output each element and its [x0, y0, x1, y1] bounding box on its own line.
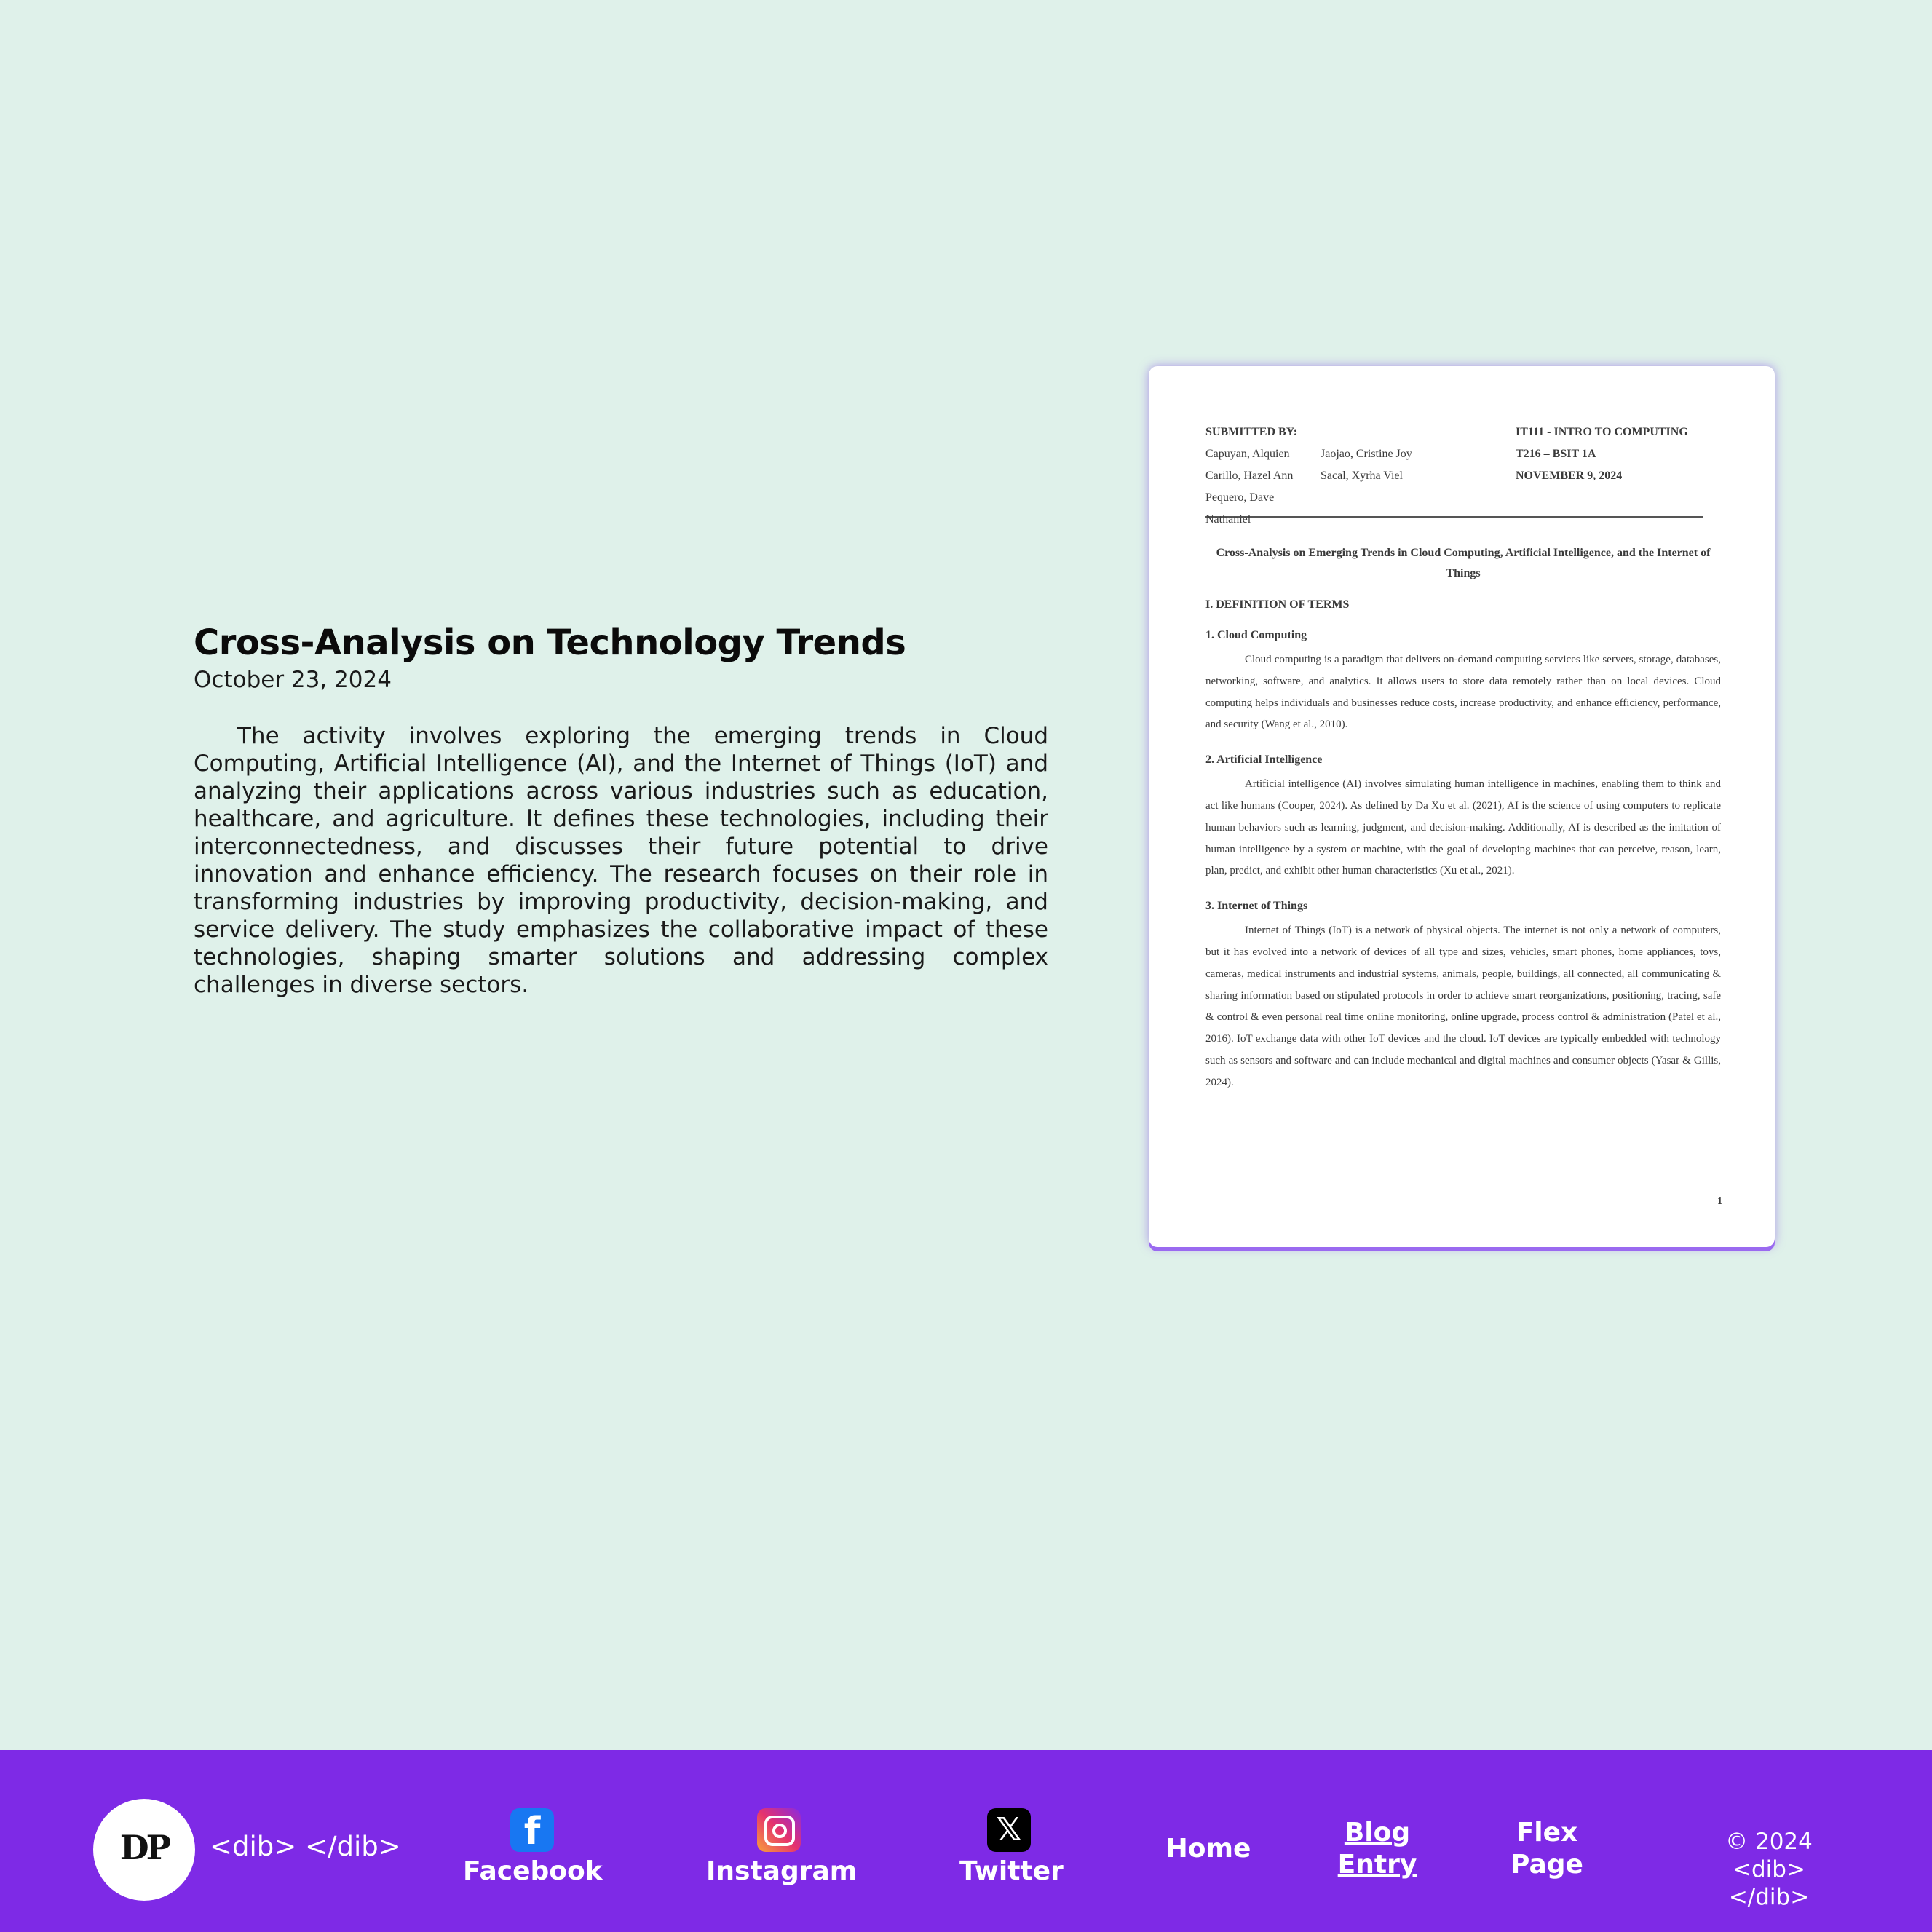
copyright: © 2024 <dib> </dib>: [1689, 1828, 1849, 1911]
copyright-year: © 2024: [1725, 1829, 1813, 1855]
term-heading: 2. Artificial Intelligence: [1205, 753, 1323, 767]
nav-blog-entry[interactable]: Blog Entry: [1337, 1817, 1418, 1881]
instagram-link[interactable]: Instagram: [706, 1808, 858, 1886]
term-heading: 3. Internet of Things: [1205, 900, 1308, 913]
author-name: Carillo, Hazel Ann: [1205, 470, 1294, 482]
course-name: IT111 - INTRO TO COMPUTING: [1516, 426, 1688, 438]
document-page: SUBMITTED BY: Capuyan, Alquien Jaojao, C…: [1205, 421, 1721, 1094]
article: Cross-Analysis on Technology Trends Octo…: [194, 620, 1048, 999]
twitter-label: Twitter: [959, 1856, 1064, 1886]
facebook-link[interactable]: f Facebook: [463, 1808, 603, 1886]
author-name: Capuyan, Alquien: [1205, 448, 1290, 460]
author-name: Jaojao, Cristine Joy: [1321, 448, 1412, 460]
nav-blog-label: Blog: [1344, 1818, 1411, 1848]
course-info: IT111 - INTRO TO COMPUTING T216 – BSIT 1…: [1516, 421, 1688, 487]
author-name: Pequero, Dave Nathaniel: [1205, 491, 1275, 526]
nav-entry-label: Entry: [1337, 1850, 1417, 1880]
twitter-link[interactable]: 𝕏 Twitter: [959, 1808, 1064, 1886]
submission-date: NOVEMBER 9, 2024: [1516, 470, 1623, 482]
nav-flex-label: Flex: [1516, 1818, 1578, 1848]
section-heading: I. DEFINITION OF TERMS: [1205, 598, 1350, 611]
document-preview[interactable]: SUBMITTED BY: Capuyan, Alquien Jaojao, C…: [1149, 366, 1775, 1247]
logo[interactable]: DP: [93, 1799, 195, 1901]
facebook-label: Facebook: [463, 1856, 603, 1886]
term-text: Cloud computing is a paradigm that deliv…: [1205, 654, 1721, 731]
nav-page-label: Page: [1511, 1850, 1583, 1880]
article-date: October 23, 2024: [194, 667, 392, 693]
nav-flex-page[interactable]: Flex Page: [1507, 1817, 1587, 1881]
document-header: SUBMITTED BY: Capuyan, Alquien Jaojao, C…: [1205, 421, 1721, 526]
page-number: 1: [1717, 1196, 1722, 1207]
article-title: Cross-Analysis on Technology Trends: [194, 622, 906, 663]
term-text: Internet of Things (IoT) is a network of…: [1205, 925, 1721, 1088]
x-twitter-icon: 𝕏: [987, 1808, 1031, 1852]
logo-mark: DP: [119, 1828, 171, 1867]
article-body: The activity involves exploring the emer…: [194, 723, 1048, 998]
course-section: T216 – BSIT 1A: [1516, 448, 1596, 460]
facebook-icon: f: [510, 1808, 554, 1853]
nav-home[interactable]: Home: [1165, 1833, 1252, 1865]
author-name: Sacal, Xyrha Viel: [1321, 470, 1403, 482]
copyright-brand: <dib> </dib>: [1728, 1856, 1810, 1910]
term-heading: 1. Cloud Computing: [1205, 629, 1307, 641]
brand-text: <dib> </dib>: [210, 1831, 401, 1862]
document-title: Cross-Analysis on Emerging Trends in Clo…: [1216, 547, 1711, 579]
instagram-label: Instagram: [706, 1856, 858, 1886]
term-text: Artificial intelligence (AI) involves si…: [1205, 778, 1721, 877]
footer: DP <dib> </dib> f Facebook Instagram 𝕏 T…: [0, 1750, 1932, 1932]
instagram-icon: [757, 1808, 801, 1852]
